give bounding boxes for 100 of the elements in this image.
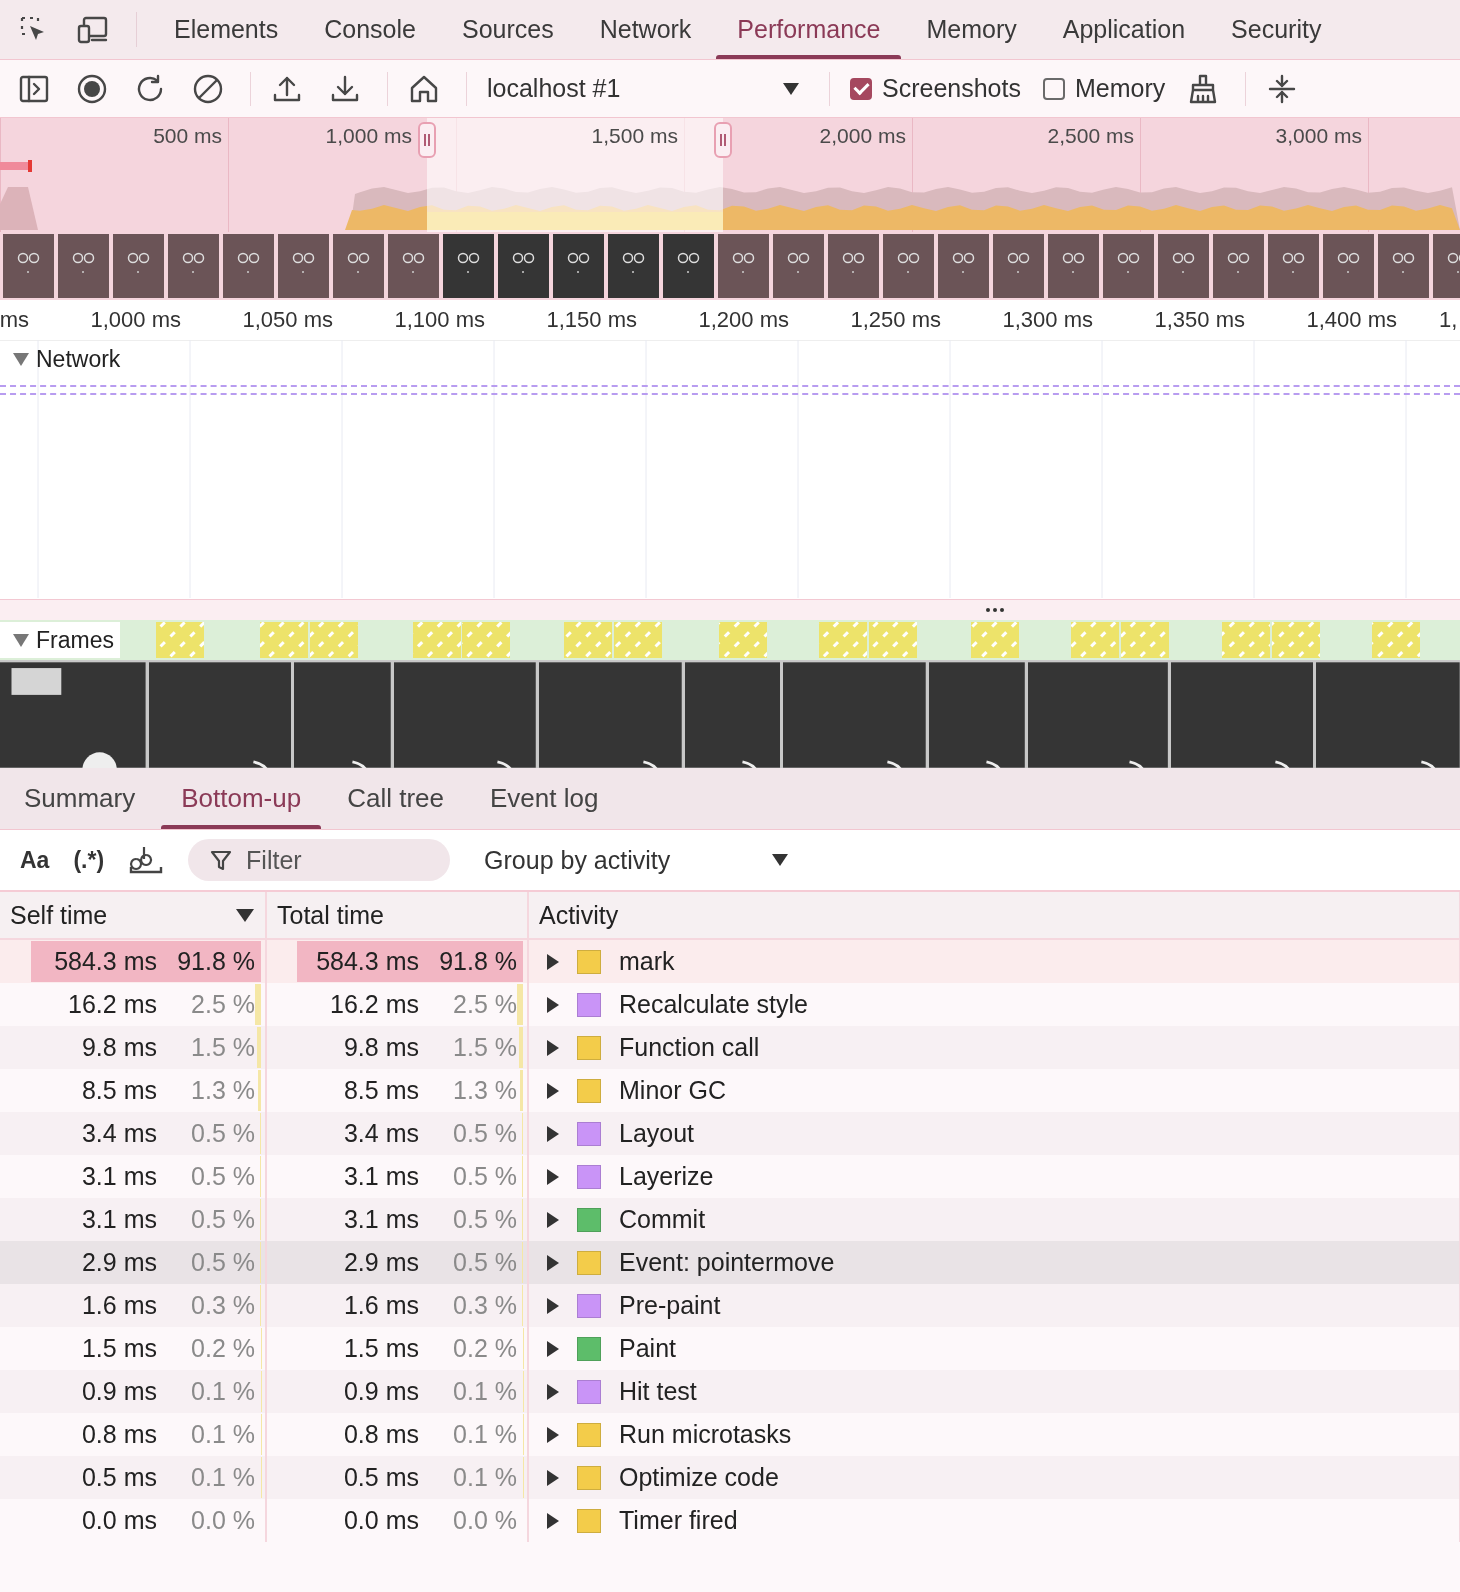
time-value: 0.8 ms: [342, 1420, 419, 1449]
time-value: 3.4 ms: [342, 1119, 419, 1148]
column-header[interactable]: Total time: [266, 892, 528, 939]
panel-tab[interactable]: Security: [1208, 0, 1345, 59]
resize-grip-icon[interactable]: [985, 606, 1005, 614]
activity-name: Event: pointermove: [619, 1248, 835, 1277]
percent-value: 2.5 %: [190, 990, 255, 1019]
checkbox[interactable]: [850, 77, 872, 100]
details-tab[interactable]: Call tree: [327, 768, 465, 829]
time-value: 0.5 ms: [80, 1463, 157, 1492]
time-tick-label: 1,000 ms: [325, 124, 412, 148]
panel-tab[interactable]: Sources: [438, 0, 577, 59]
panel-tab[interactable]: Application: [1039, 0, 1209, 59]
time-value: 1.6 ms: [80, 1291, 157, 1320]
panel-tab[interactable]: Elements: [151, 0, 302, 59]
time-tick-label: 2,000 ms: [819, 124, 906, 148]
expand-arrow-icon[interactable]: [545, 1468, 559, 1487]
percent-value: 0.0 %: [190, 1506, 255, 1535]
time-value: 16.2 ms: [67, 990, 157, 1019]
screenshot-thumbnail: [58, 234, 109, 298]
sort-descending-icon[interactable]: [235, 906, 255, 924]
time-value: 1.5 ms: [80, 1334, 157, 1363]
time-tick-label: ms: [0, 307, 29, 333]
percent-value: 0.3 %: [452, 1291, 517, 1320]
match-case-button[interactable]: Aa: [20, 846, 50, 874]
panel-tab[interactable]: Console: [301, 0, 439, 59]
expand-arrow-icon[interactable]: [545, 995, 559, 1014]
expanded-triangle-icon: [12, 631, 30, 649]
details-tab[interactable]: Event log: [470, 768, 619, 829]
time-value: 0.8 ms: [80, 1420, 157, 1449]
screenshot-thumbnail: [1213, 234, 1264, 298]
time-value: 2.9 ms: [342, 1248, 419, 1277]
screenshot-thumbnail: [718, 234, 769, 298]
screenshot-thumbnail: [608, 234, 659, 298]
expand-arrow-icon[interactable]: [545, 1511, 559, 1530]
record-icon[interactable]: [76, 72, 108, 105]
percent-value: 0.2 %: [190, 1334, 255, 1363]
column-header[interactable]: Activity: [528, 892, 1460, 939]
expand-arrow-icon[interactable]: [545, 1167, 559, 1186]
percent-value: 91.8 %: [176, 947, 255, 976]
expand-arrow-icon[interactable]: [545, 952, 559, 971]
selection-handle[interactable]: [418, 122, 436, 158]
activity-name: Paint: [619, 1334, 676, 1363]
expand-arrow-icon[interactable]: [545, 1296, 559, 1315]
time-value: 16.2 ms: [329, 990, 419, 1019]
group-by-select[interactable]: Group by activity: [478, 844, 797, 876]
time-tick-label: 1,200 ms: [698, 307, 789, 333]
filter-field[interactable]: Filter: [188, 839, 451, 881]
screenshot-thumbnail: [333, 234, 384, 298]
screenshot-thumbnail: [443, 234, 494, 298]
whole-word-icon[interactable]: [128, 845, 165, 875]
filter-icon: [210, 849, 233, 871]
expand-arrow-icon[interactable]: [545, 1425, 559, 1444]
details-tab[interactable]: Summary: [4, 768, 156, 829]
time-value: 2.9 ms: [80, 1248, 157, 1277]
time-value: 8.5 ms: [80, 1076, 157, 1105]
time-value: 1.5 ms: [342, 1334, 419, 1363]
time-value: 3.4 ms: [80, 1119, 157, 1148]
checkbox[interactable]: [1042, 77, 1065, 100]
time-tick-label: 1,050 ms: [242, 307, 333, 333]
panel-tab[interactable]: Performance: [714, 0, 904, 59]
time-value: 0.9 ms: [80, 1377, 157, 1406]
percent-value: 0.5 %: [452, 1248, 517, 1277]
expand-arrow-icon[interactable]: [545, 1382, 559, 1401]
expand-arrow-icon[interactable]: [545, 1038, 559, 1057]
activity-name: Commit: [619, 1205, 706, 1234]
time-tick-label: 1,: [1439, 307, 1458, 333]
time-tick-label: 500 ms: [153, 124, 222, 148]
selection-handle[interactable]: [714, 122, 732, 158]
expand-arrow-icon[interactable]: [545, 1210, 559, 1229]
screenshot-thumbnail: [223, 234, 274, 298]
recording-select[interactable]: localhost #1: [487, 74, 807, 103]
panel-tab[interactable]: Network: [576, 0, 715, 59]
regex-button[interactable]: (.*): [73, 846, 105, 874]
track-header[interactable]: Frames: [0, 622, 120, 658]
time-tick-label: 1,300 ms: [1002, 307, 1093, 333]
time-value: 0.9 ms: [342, 1377, 419, 1406]
expand-arrow-icon[interactable]: [545, 1339, 559, 1358]
time-tick-label: 1,150 ms: [546, 307, 637, 333]
percent-value: 0.3 %: [190, 1291, 255, 1320]
details-tab[interactable]: Bottom-up: [161, 768, 322, 829]
expand-arrow-icon[interactable]: [545, 1081, 559, 1100]
screenshot-thumbnail: [388, 234, 439, 298]
screenshot-thumbnail: [1048, 234, 1099, 298]
time-tick-label: 1,000 ms: [90, 307, 181, 333]
percent-value: 0.5 %: [190, 1205, 255, 1234]
percent-value: 0.1 %: [452, 1463, 517, 1492]
expand-arrow-icon[interactable]: [545, 1253, 559, 1272]
time-value: 1.6 ms: [342, 1291, 419, 1320]
time-value: 9.8 ms: [342, 1033, 419, 1062]
time-tick-label: 1,250 ms: [850, 307, 941, 333]
panel-tab[interactable]: Memory: [903, 0, 1040, 59]
activity-name: Pre-paint: [619, 1291, 721, 1320]
time-value: 0.0 ms: [342, 1506, 419, 1535]
checkbox-label: Screenshots: [882, 74, 1021, 103]
track-header[interactable]: Network: [0, 341, 127, 377]
time-value: 8.5 ms: [342, 1076, 419, 1105]
percent-value: 1.5 %: [190, 1033, 255, 1062]
expand-arrow-icon[interactable]: [545, 1124, 559, 1143]
clear-icon[interactable]: [192, 72, 224, 105]
